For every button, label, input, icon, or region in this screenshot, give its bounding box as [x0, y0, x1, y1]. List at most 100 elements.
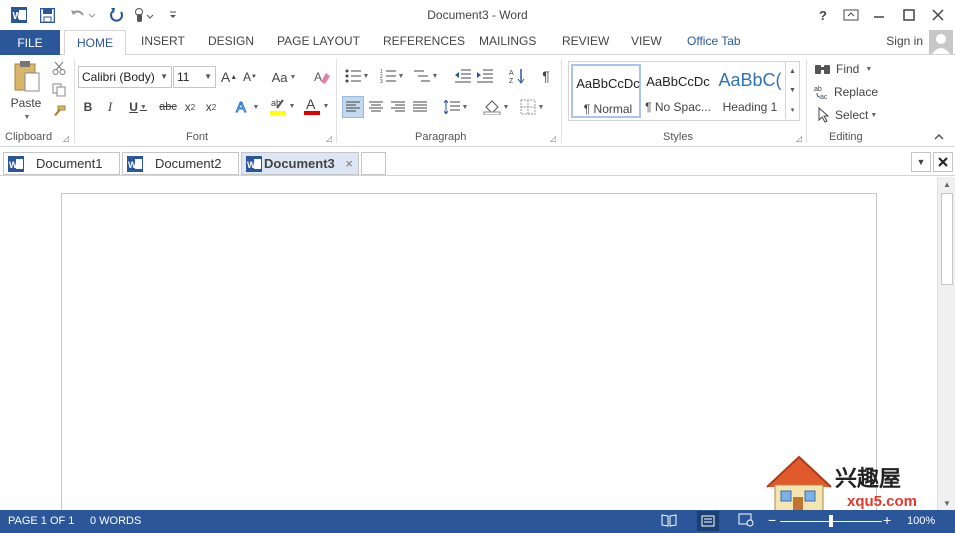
gallery-scroll-down-icon[interactable]: ▼	[785, 81, 799, 100]
borders-icon[interactable]: ▼	[516, 96, 548, 118]
grow-font-icon[interactable]: A ▲	[220, 66, 238, 88]
multilevel-list-icon[interactable]: ▼	[411, 66, 441, 86]
ribbon-home: Paste ▼ Clipboard ◿ Calibri (Body) ▼ 11 …	[0, 55, 955, 147]
touch-mode-icon[interactable]	[131, 6, 155, 24]
change-case-button[interactable]: Aa ▼	[268, 66, 300, 88]
document-page[interactable]	[61, 193, 877, 523]
zoom-in-icon[interactable]: +	[883, 512, 891, 528]
justify-icon[interactable]	[410, 96, 430, 118]
zoom-slider[interactable]	[780, 515, 882, 527]
tab-design[interactable]: DESIGN	[208, 34, 254, 48]
subscript-icon[interactable]: x2	[182, 97, 198, 117]
doc-tab[interactable]: W Document1	[3, 152, 120, 175]
highlight-color-icon[interactable]: ab ▼	[266, 95, 298, 117]
show-formatting-marks-icon[interactable]: ¶	[537, 66, 555, 86]
redo-icon[interactable]	[108, 6, 126, 24]
tab-view[interactable]: VIEW	[631, 34, 662, 48]
tab-review[interactable]: REVIEW	[562, 34, 609, 48]
decrease-indent-icon[interactable]	[453, 66, 473, 86]
style-no-spacing[interactable]: AaBbCcDc ¶ No Spac...	[643, 64, 713, 118]
style-heading-1[interactable]: AaBbC( Heading 1	[715, 64, 785, 118]
close-icon[interactable]	[925, 4, 951, 26]
font-size-combo[interactable]: 11 ▼	[173, 66, 216, 88]
italic-icon[interactable]: I	[102, 97, 118, 117]
zoom-out-icon[interactable]: −	[768, 512, 776, 528]
tab-list-dropdown-icon[interactable]: ▼	[911, 152, 931, 172]
page-count[interactable]: PAGE 1 OF 1	[8, 515, 74, 527]
bullets-icon[interactable]: ▼	[342, 66, 372, 86]
tab-mailings[interactable]: MAILINGS	[479, 34, 536, 48]
paste-icon[interactable]	[8, 59, 46, 95]
format-painter-icon[interactable]	[50, 103, 68, 121]
font-color-icon[interactable]: A ▼	[300, 95, 332, 117]
help-button[interactable]: ?	[810, 4, 836, 26]
tab-office-tab[interactable]: Office Tab	[687, 34, 741, 48]
underline-icon[interactable]: U ▼	[124, 97, 152, 117]
svg-text:A: A	[314, 70, 322, 84]
customize-qat-icon[interactable]	[166, 6, 180, 24]
watermark-url: xqu5.com	[847, 493, 918, 510]
scroll-up-icon[interactable]: ▲	[938, 177, 955, 191]
font-launcher-icon[interactable]: ◿	[326, 134, 332, 143]
select-button[interactable]: Select ▼	[814, 105, 878, 125]
paste-button[interactable]: Paste	[4, 95, 48, 111]
increase-indent-icon[interactable]	[475, 66, 495, 86]
maximize-icon[interactable]	[896, 4, 922, 26]
tab-page-layout[interactable]: PAGE LAYOUT	[277, 34, 360, 48]
align-left-icon[interactable]	[342, 96, 364, 118]
select-label: Select	[835, 108, 869, 122]
web-layout-icon[interactable]	[738, 513, 754, 530]
doc-tab-active[interactable]: W Document3 ×	[241, 152, 359, 175]
ribbon-display-icon[interactable]	[838, 4, 864, 26]
read-mode-icon[interactable]	[661, 513, 677, 530]
word-count[interactable]: 0 WORDS	[90, 515, 141, 527]
save-icon[interactable]	[38, 6, 56, 24]
font-name-combo[interactable]: Calibri (Body) ▼	[78, 66, 172, 88]
superscript-icon[interactable]: x2	[203, 97, 219, 117]
tab-insert[interactable]: INSERT	[141, 34, 185, 48]
clear-formatting-icon[interactable]: A	[312, 66, 332, 88]
strikethrough-icon[interactable]: abc	[157, 97, 179, 117]
word-app-icon[interactable]: W	[10, 6, 28, 24]
avatar[interactable]	[929, 30, 953, 54]
paste-dropdown-icon[interactable]: ▼	[18, 112, 34, 122]
find-button[interactable]: Find ▼	[814, 59, 878, 79]
tab-references[interactable]: REFERENCES	[383, 34, 465, 48]
copy-icon[interactable]	[50, 81, 68, 99]
vertical-scrollbar[interactable]: ▲ ▼	[937, 177, 955, 510]
replace-button[interactable]: ab ac Replace	[814, 82, 878, 102]
minimize-icon[interactable]	[866, 4, 892, 26]
scroll-down-icon[interactable]: ▼	[938, 496, 955, 510]
tab-file[interactable]: FILE	[0, 30, 60, 55]
zoom-slider-thumb[interactable]	[829, 515, 833, 527]
clipboard-launcher-icon[interactable]: ◿	[63, 134, 69, 143]
tab-home[interactable]: HOME	[64, 30, 126, 56]
sign-in-link[interactable]: Sign in	[886, 34, 923, 48]
shrink-font-icon[interactable]: A ▼	[241, 66, 259, 88]
cut-icon[interactable]	[50, 59, 68, 77]
bold-icon[interactable]: B	[80, 97, 96, 117]
gallery-more-icon[interactable]: ▾	[785, 100, 799, 119]
paragraph-launcher-icon[interactable]: ◿	[550, 134, 556, 143]
svg-text:Z: Z	[509, 78, 514, 84]
zoom-level[interactable]: 100%	[907, 515, 935, 527]
style-normal[interactable]: AaBbCcDc ¶ Normal	[571, 64, 641, 118]
numbering-icon[interactable]: 1 2 3 ▼	[377, 66, 407, 86]
close-tab-icon[interactable]: ×	[345, 156, 353, 171]
shading-icon[interactable]: ▼	[481, 96, 511, 118]
line-spacing-icon[interactable]: ▼	[441, 96, 471, 118]
print-layout-icon[interactable]	[697, 511, 719, 531]
sort-icon[interactable]: AZ	[507, 66, 527, 86]
styles-group-label: Styles	[663, 131, 693, 143]
gallery-scroll-up-icon[interactable]: ▲	[785, 62, 799, 81]
align-center-icon[interactable]	[366, 96, 386, 118]
text-effects-icon[interactable]: A ▼	[232, 97, 262, 117]
scroll-thumb[interactable]	[941, 193, 953, 285]
collapse-ribbon-icon[interactable]	[931, 131, 947, 143]
close-document-icon[interactable]	[933, 152, 953, 172]
styles-launcher-icon[interactable]: ◿	[796, 134, 802, 143]
new-tab-button[interactable]	[361, 152, 386, 175]
doc-tab[interactable]: W Document2	[122, 152, 239, 175]
align-right-icon[interactable]	[388, 96, 408, 118]
undo-icon[interactable]	[68, 6, 98, 24]
